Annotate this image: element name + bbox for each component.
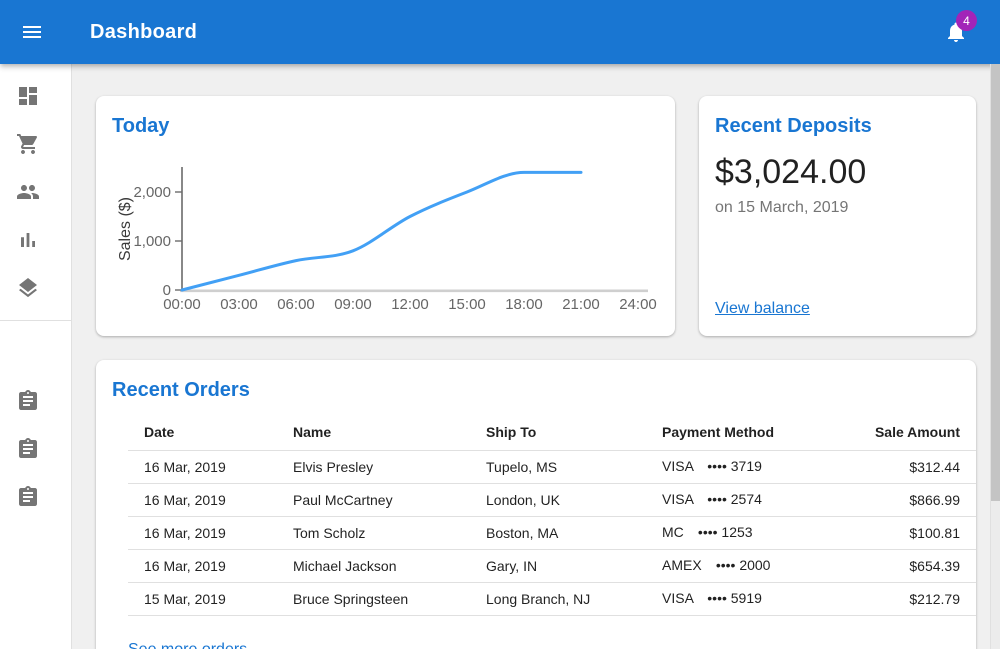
sidebar-secondary-group (0, 377, 71, 521)
table-cell: 16 Mar, 2019 (128, 450, 277, 483)
table-cell: $100.81 (846, 516, 976, 549)
notification-badge: 4 (956, 10, 977, 31)
see-more-orders-link[interactable]: See more orders (128, 641, 247, 649)
x-tick-label: 09:00 (334, 296, 372, 313)
scrollbar-thumb[interactable] (991, 64, 1000, 501)
sidebar-subheader-space (0, 321, 71, 377)
table-cell: London, UK (470, 483, 646, 516)
x-tick-label: 00:00 (163, 296, 201, 313)
table-cell: Michael Jackson (277, 549, 470, 582)
table-row: 16 Mar, 2019Tom ScholzBoston, MAMC ⠀••••… (128, 516, 976, 549)
sidebar-item-dashboard-1[interactable] (0, 72, 71, 120)
table-cell: 15 Mar, 2019 (128, 582, 277, 615)
recent-orders-card: Recent Orders DateNameShip ToPayment Met… (96, 360, 976, 649)
table-cell: AMEX ⠀•••• 2000 (646, 549, 846, 582)
deposit-date: on 15 March, 2019 (715, 199, 960, 217)
sales-series-line (182, 172, 581, 290)
table-cell: Bruce Springsteen (277, 582, 470, 615)
sidebar (0, 64, 72, 649)
dashboard-icon (16, 84, 40, 108)
scrollbar-track (990, 64, 1000, 649)
table-cell: 16 Mar, 2019 (128, 483, 277, 516)
table-cell: MC ⠀•••• 1253 (646, 516, 846, 549)
orders-table: DateNameShip ToPayment MethodSale Amount… (128, 414, 976, 616)
table-row: 15 Mar, 2019Bruce SpringsteenLong Branch… (128, 582, 976, 615)
table-cell: VISA ⠀•••• 5919 (646, 582, 846, 615)
table-header-row: DateNameShip ToPayment MethodSale Amount (128, 414, 976, 450)
table-cell: 16 Mar, 2019 (128, 516, 277, 549)
sidebar-item-saved-report-assignment-1[interactable] (0, 377, 71, 425)
bar-chart-icon (16, 228, 40, 252)
table-cell: Long Branch, NJ (470, 582, 646, 615)
shopping-cart-icon (16, 132, 40, 156)
layers-icon (16, 276, 40, 300)
today-card-title: Today (112, 112, 659, 140)
table-cell: $654.39 (846, 549, 976, 582)
view-balance-link[interactable]: View balance (715, 300, 810, 318)
main-content: Today 01,0002,00000:0003:0006:0009:0012:… (72, 64, 1000, 649)
menu-button[interactable] (8, 8, 56, 56)
today-card: Today 01,0002,00000:0003:0006:0009:0012:… (96, 96, 675, 336)
table-cell: $866.99 (846, 483, 976, 516)
assignment-icon (16, 389, 40, 413)
menu-icon (20, 20, 44, 44)
table-row: 16 Mar, 2019Paul McCartneyLondon, UKVISA… (128, 483, 976, 516)
sidebar-item-saved-report-assignment-2[interactable] (0, 425, 71, 473)
notifications-button[interactable]: 4 (944, 20, 968, 44)
x-tick-label: 24:00 (619, 296, 657, 313)
sidebar-item-layers-5[interactable] (0, 264, 71, 312)
recent-deposits-card: Recent Deposits $3,024.00 on 15 March, 2… (699, 96, 976, 336)
table-cell: $212.79 (846, 582, 976, 615)
column-header: Ship To (470, 414, 646, 450)
table-cell: Gary, IN (470, 549, 646, 582)
y-tick-label: 2,000 (133, 184, 171, 201)
column-header: Name (277, 414, 470, 450)
sidebar-item-shopping-cart-2[interactable] (0, 120, 71, 168)
assignment-icon (16, 437, 40, 461)
x-tick-label: 21:00 (562, 296, 600, 313)
table-cell: 16 Mar, 2019 (128, 549, 277, 582)
deposit-amount: $3,024.00 (715, 153, 960, 192)
table-cell: Tom Scholz (277, 516, 470, 549)
deposits-card-title: Recent Deposits (715, 112, 960, 140)
sidebar-item-bar-chart-4[interactable] (0, 216, 71, 264)
orders-table-wrap: DateNameShip ToPayment MethodSale Amount… (128, 414, 944, 616)
table-cell: Boston, MA (470, 516, 646, 549)
table-cell: VISA ⠀•••• 2574 (646, 483, 846, 516)
x-tick-label: 18:00 (505, 296, 543, 313)
y-tick-label: 1,000 (133, 233, 171, 250)
orders-card-title: Recent Orders (112, 376, 960, 404)
x-tick-label: 15:00 (448, 296, 486, 313)
table-cell: Tupelo, MS (470, 450, 646, 483)
table-row: 16 Mar, 2019Elvis PresleyTupelo, MSVISA … (128, 450, 976, 483)
page-title: Dashboard (90, 21, 197, 44)
table-cell: Elvis Presley (277, 450, 470, 483)
people-icon (16, 180, 40, 204)
assignment-icon (16, 485, 40, 509)
sidebar-main-group (0, 64, 71, 312)
x-tick-label: 12:00 (391, 296, 429, 313)
table-cell: Paul McCartney (277, 483, 470, 516)
column-header: Date (128, 414, 277, 450)
column-header: Sale Amount (846, 414, 976, 450)
app-bar: Dashboard 4 (0, 0, 1000, 64)
table-cell: $312.44 (846, 450, 976, 483)
x-tick-label: 03:00 (220, 296, 258, 313)
table-row: 16 Mar, 2019Michael JacksonGary, INAMEX … (128, 549, 976, 582)
y-axis-label: Sales ($) (117, 197, 134, 261)
sales-line-chart: 01,0002,00000:0003:0006:0009:0012:0015:0… (96, 160, 675, 316)
sidebar-item-saved-report-assignment-3[interactable] (0, 473, 71, 521)
table-cell: VISA ⠀•••• 3719 (646, 450, 846, 483)
sidebar-item-people-3[interactable] (0, 168, 71, 216)
x-tick-label: 06:00 (277, 296, 315, 313)
column-header: Payment Method (646, 414, 846, 450)
